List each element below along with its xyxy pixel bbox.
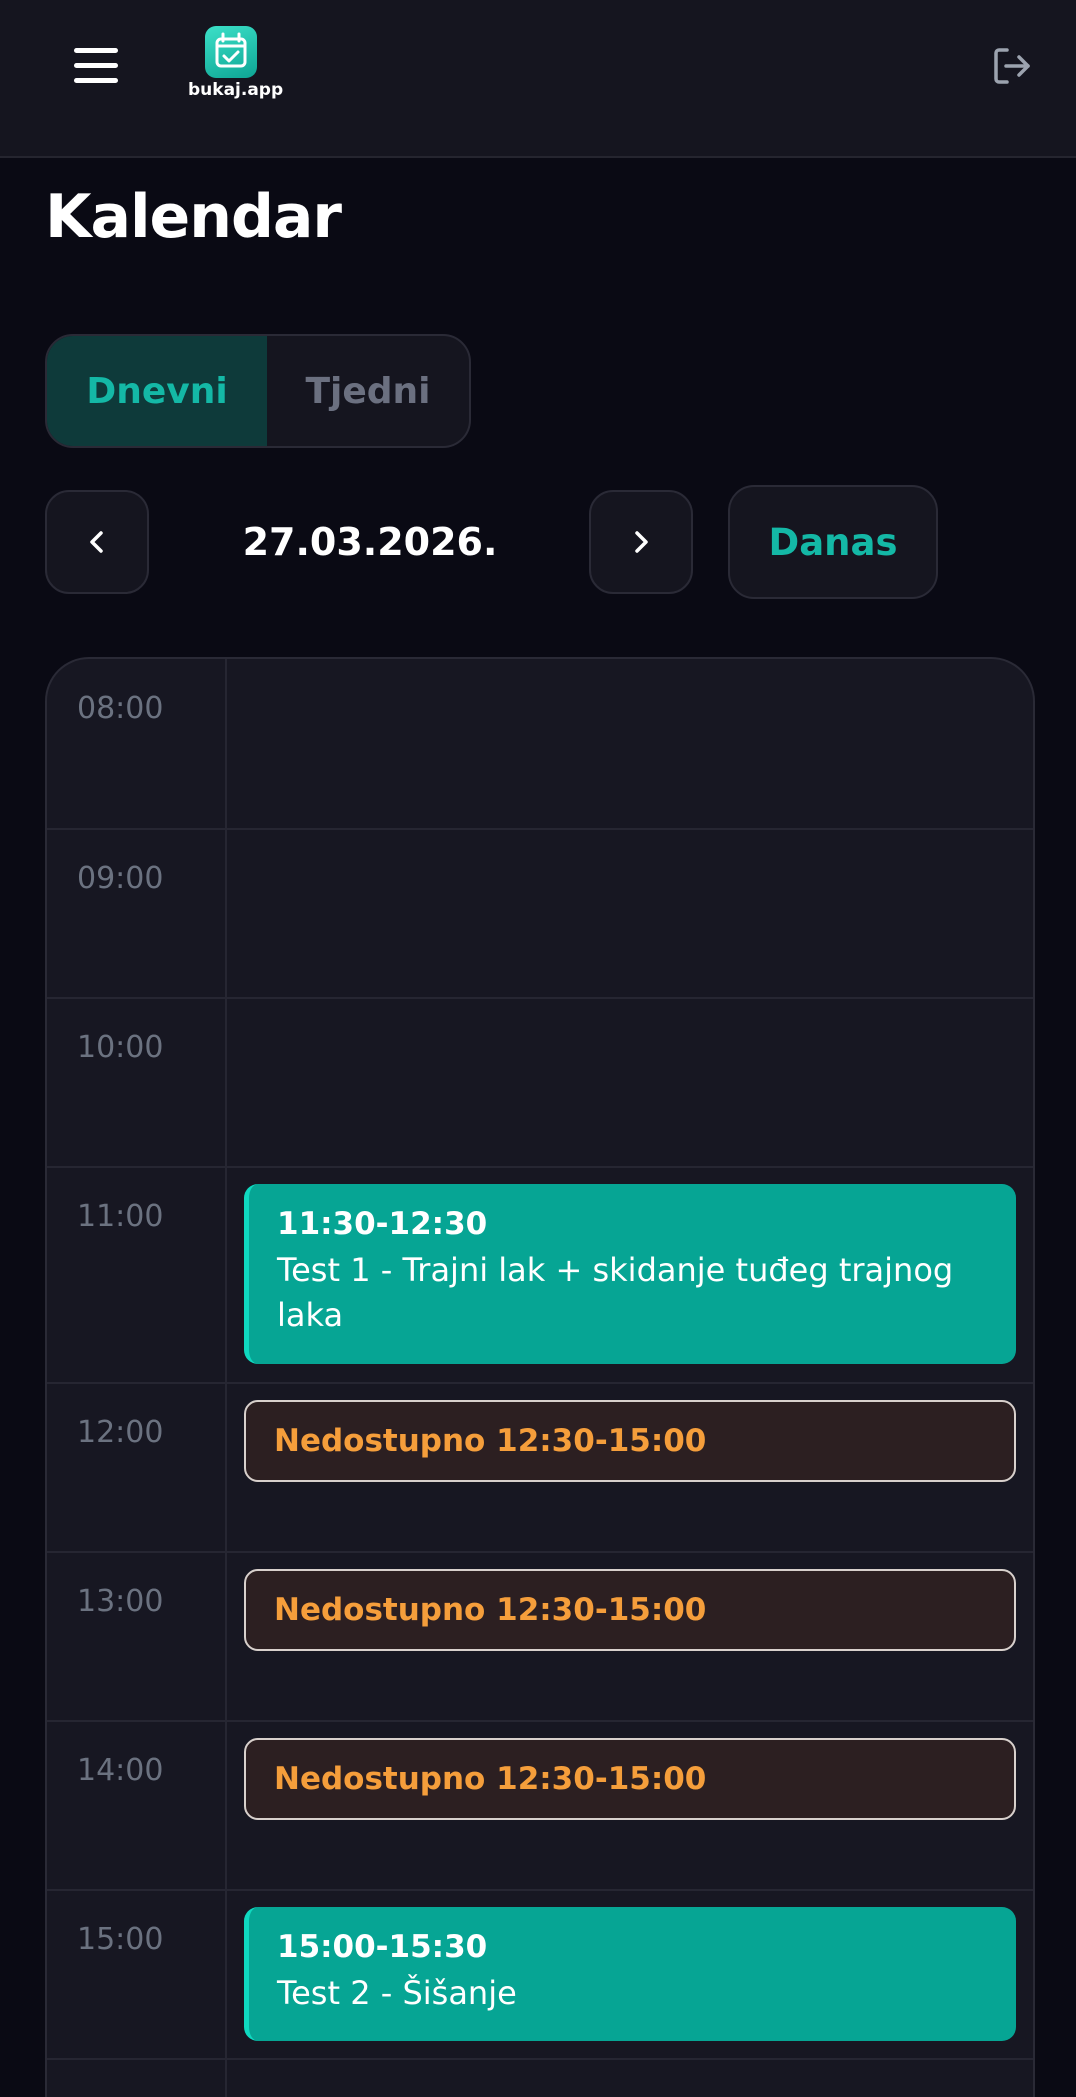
logout-icon[interactable] — [990, 44, 1034, 88]
view-toggle: Dnevni Tjedni — [45, 334, 471, 448]
hour-divider — [47, 1551, 1033, 1553]
hour-label: 13:00 — [77, 1584, 164, 1619]
hour-label: 10:00 — [77, 1030, 164, 1065]
hour-label: 15:00 — [77, 1922, 164, 1957]
logo-text: bukaj.app — [188, 80, 284, 100]
time-column-divider — [225, 659, 227, 2097]
page-title: Kalendar — [45, 182, 342, 252]
appointment-title: Test 2 - Šišanje — [277, 1974, 517, 2012]
unavailable-block[interactable]: Nedostupno 12:30-15:00 — [244, 1738, 1016, 1820]
unavailable-block[interactable]: Nedostupno 12:30-15:00 — [244, 1400, 1016, 1482]
appointment-card[interactable]: 15:00-15:30 Test 2 - Šišanje — [244, 1907, 1016, 2041]
hour-divider — [47, 997, 1033, 999]
tab-weekly[interactable]: Tjedni — [267, 336, 469, 446]
previous-day-button[interactable] — [45, 490, 149, 594]
hour-label: 14:00 — [77, 1753, 164, 1788]
hour-divider — [47, 828, 1033, 830]
hour-label: 09:00 — [77, 861, 164, 896]
chevron-right-icon — [635, 531, 648, 553]
calendar-check-icon — [205, 26, 257, 78]
day-calendar-grid: 08:00 09:00 10:00 11:00 12:00 13:00 14:0… — [45, 657, 1035, 2097]
chevron-left-icon — [90, 531, 103, 553]
hour-divider — [47, 1720, 1033, 1722]
appointment-title: Test 1 - Trajni lak + skidanje tuđeg tra… — [277, 1251, 954, 1334]
top-app-bar: bukaj.app — [0, 0, 1076, 158]
tab-daily[interactable]: Dnevni — [47, 336, 267, 446]
hour-label: 08:00 — [77, 691, 164, 726]
app-logo[interactable]: bukaj.app — [188, 26, 284, 106]
hour-divider — [47, 1382, 1033, 1384]
hamburger-menu-icon[interactable] — [74, 48, 118, 84]
current-date: 27.03.2026. — [242, 520, 498, 564]
appointment-card[interactable]: 11:30-12:30 Test 1 - Trajni lak + skidan… — [244, 1184, 1016, 1364]
hour-divider — [47, 1889, 1033, 1891]
unavailable-block[interactable]: Nedostupno 12:30-15:00 — [244, 1569, 1016, 1651]
today-button[interactable]: Danas — [728, 485, 938, 599]
appointment-time: 11:30-12:30 — [277, 1206, 488, 1242]
hour-label: 11:00 — [77, 1199, 164, 1234]
hour-divider — [47, 1166, 1033, 1168]
hour-label: 12:00 — [77, 1415, 164, 1450]
appointment-time: 15:00-15:30 — [277, 1929, 488, 1965]
hour-divider — [47, 2058, 1033, 2060]
next-day-button[interactable] — [589, 490, 693, 594]
